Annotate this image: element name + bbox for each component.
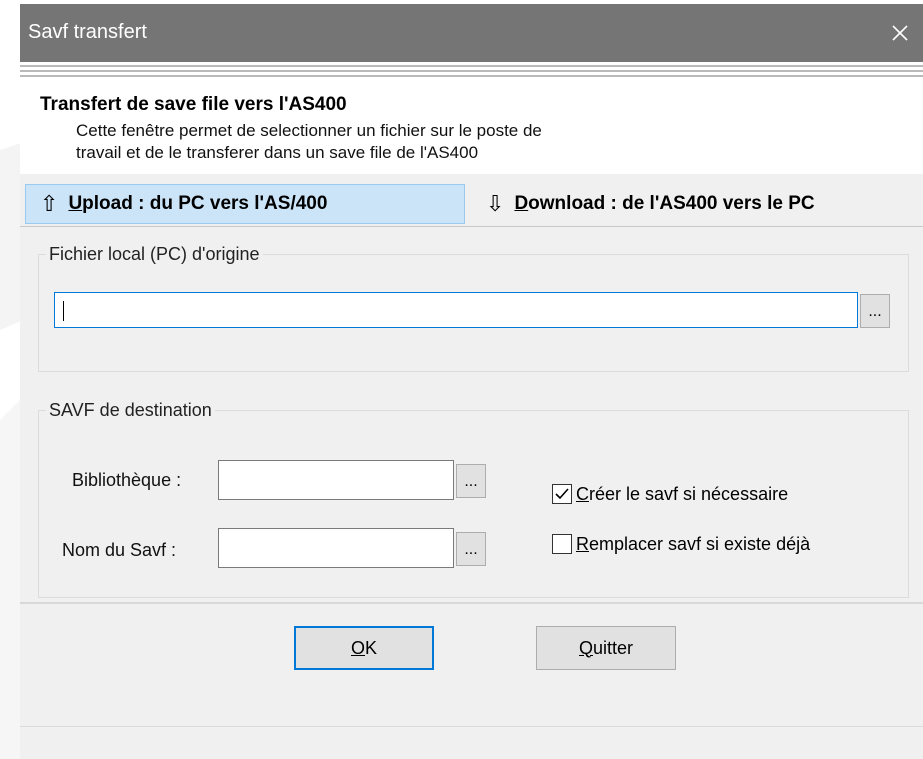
replace-savf-label[interactable]: Remplacer savf si existe déjà [576,534,810,555]
library-input[interactable] [218,460,454,500]
direction-tabs: ⇧ Upload : du PC vers l'AS/400 ⇩ Downloa… [20,184,923,224]
footer-separator [20,602,923,604]
quit-hotkey: Q [578,637,593,658]
source-group-legend: Fichier local (PC) d'origine [46,244,263,265]
source-browse-button[interactable]: ... [860,294,890,328]
library-browse-button[interactable]: ... [456,464,486,498]
create-savf-label[interactable]: Créer le savf si nécessaire [576,484,788,505]
ok-label: K [365,637,378,658]
replace-savf-text: emplacer savf si existe déjà [589,534,811,554]
tab-download[interactable]: ⇩ Download : de l'AS400 vers le PC [480,184,923,224]
tab-download-hotkey: D [514,193,529,214]
header-title: Transfert de save file vers l'AS400 [40,94,347,115]
create-savf-text: réer le savf si nécessaire [589,484,789,504]
destination-group-legend: SAVF de destination [46,400,215,421]
menu-strip [20,62,923,84]
ok-button[interactable]: OK [294,626,434,670]
savf-browse-button[interactable]: ... [456,532,486,566]
window-title: Savf transfert [28,21,147,43]
arrow-up-icon: ⇧ [40,191,59,216]
tab-upload-hotkey: U [68,193,83,214]
ok-hotkey: O [350,637,365,658]
close-icon [892,25,908,41]
savf-name-label: Nom du Savf : [62,540,177,560]
tabs-divider [20,226,923,227]
savf-name-input[interactable] [218,528,454,568]
quit-button[interactable]: Quitter [536,626,676,670]
dialog-window: Savf transfert Transfert de save file ve… [20,4,923,759]
source-file-input[interactable] [54,292,858,328]
tab-upload-label: pload : du PC vers l'AS/400 [82,193,328,214]
tab-download-label: ownload : de l'AS400 vers le PC [528,193,815,214]
title-bar: Savf transfert [20,4,923,62]
close-button[interactable] [877,4,923,62]
header-description-line: travail et de le transferer dans un save… [76,143,479,162]
header-panel: Transfert de save file vers l'AS400 Cett… [20,84,923,174]
replace-savf-hotkey: R [576,534,589,554]
header-description: Cette fenêtre permet de selectionner un … [76,120,542,164]
checkmark-icon [555,488,569,500]
create-savf-checkbox[interactable] [552,484,572,504]
header-description-line: Cette fenêtre permet de selectionner un … [76,121,542,140]
library-label: Bibliothèque : [72,470,182,490]
arrow-down-icon: ⇩ [486,191,505,216]
create-savf-hotkey: C [576,484,589,504]
quit-label: uitter [592,637,634,658]
tab-upload[interactable]: ⇧ Upload : du PC vers l'AS/400 [25,184,465,224]
text-caret [63,301,64,321]
replace-savf-checkbox[interactable] [552,534,572,554]
status-bar [20,726,923,759]
